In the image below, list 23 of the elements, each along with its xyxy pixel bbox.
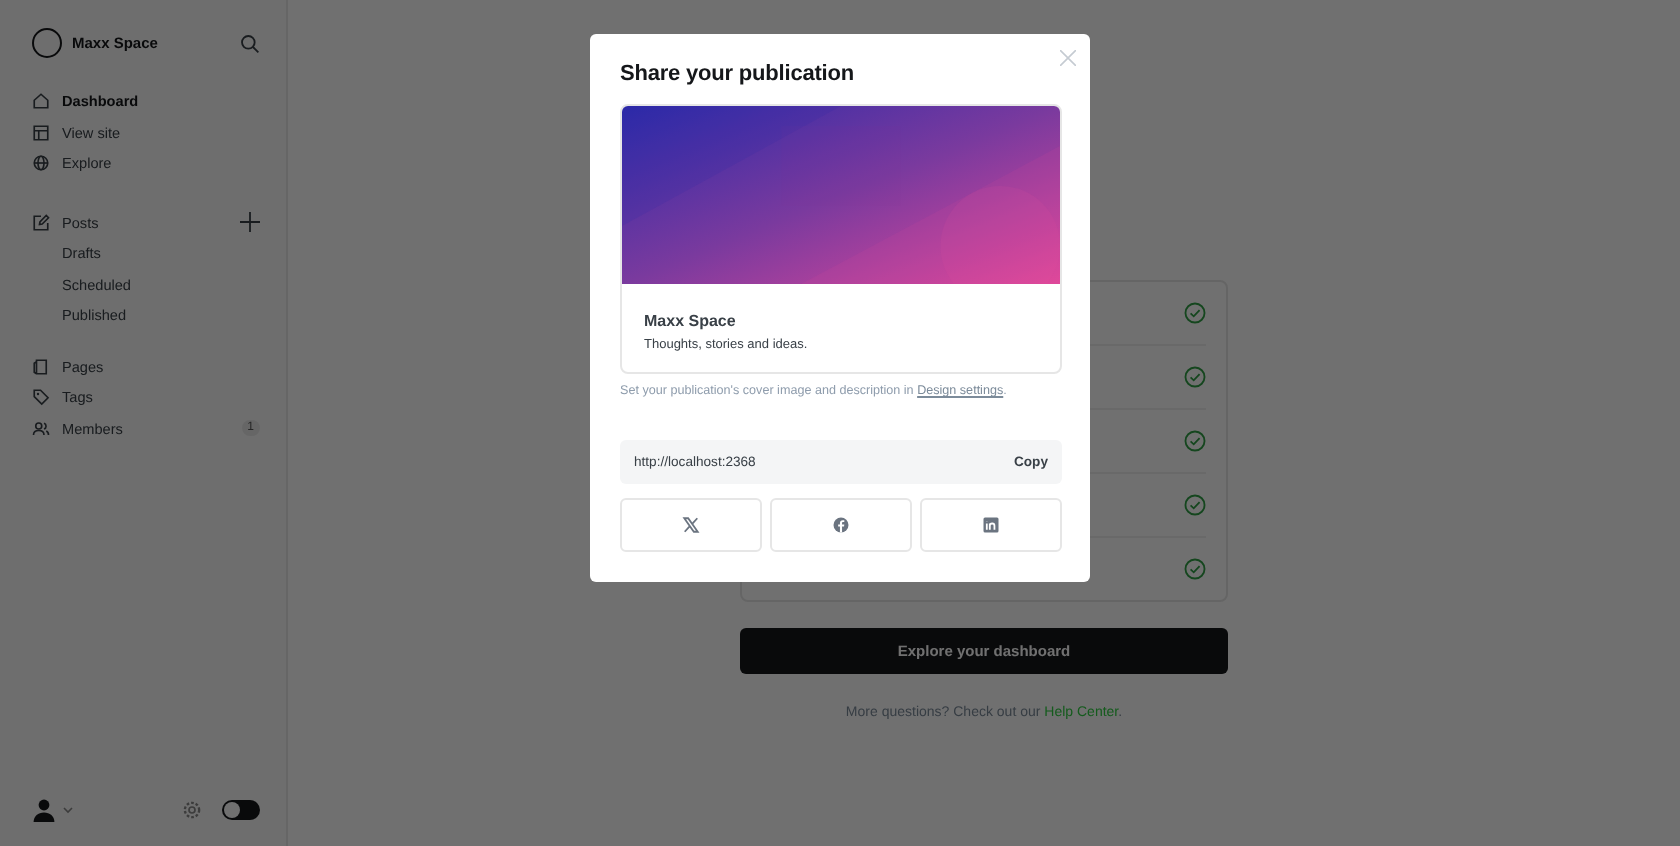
share-button[interactable]	[620, 498, 762, 552]
edit-icon	[32, 213, 50, 232]
cover-site-title: Maxx Space	[644, 312, 738, 330]
pages-icon	[32, 357, 50, 376]
tag-icon	[32, 388, 50, 407]
dark-mode-toggle[interactable]	[222, 800, 260, 820]
home-icon	[32, 92, 50, 111]
plus-icon[interactable]	[240, 212, 260, 233]
facebook-icon	[832, 516, 850, 534]
globe-icon	[32, 154, 50, 173]
people-icon	[32, 419, 50, 438]
share-button[interactable]	[770, 498, 912, 552]
user-avatar-icon[interactable]	[32, 798, 56, 822]
close-icon[interactable]	[1060, 50, 1076, 66]
settings-icon[interactable]	[182, 800, 202, 820]
site-logo-icon	[32, 28, 62, 58]
caret-icon[interactable]	[62, 804, 74, 816]
share-button[interactable]	[920, 498, 1062, 552]
x-logo-icon	[682, 516, 700, 534]
search-icon[interactable]	[240, 33, 260, 53]
dialog-title: Share your publication	[620, 62, 856, 86]
layout-icon	[32, 123, 50, 142]
linkedin-icon	[982, 516, 1000, 534]
